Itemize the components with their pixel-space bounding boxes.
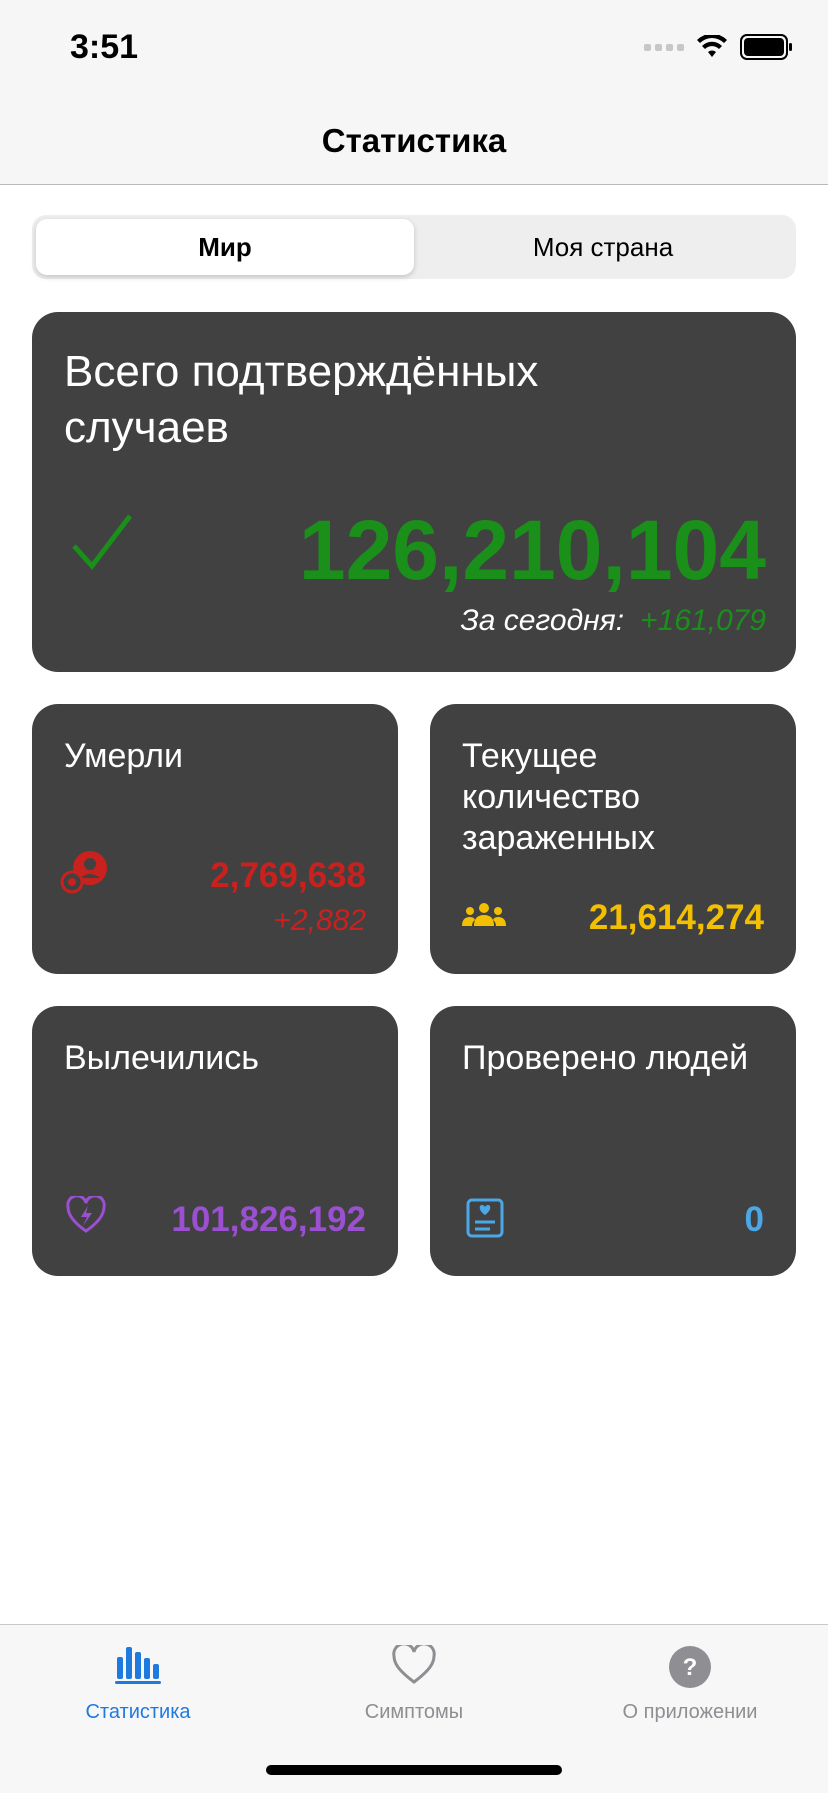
tested-card: Проверено людей 0 [430,1006,796,1276]
recovered-title: Вылечились [64,1039,259,1077]
today-value: +161,079 [640,604,766,637]
tab-about[interactable]: ? О приложении [552,1625,828,1735]
active-title: Текущее количество зараженных [462,737,655,857]
battery-icon [740,34,792,60]
bar-chart-icon [115,1647,161,1684]
tab-symptoms[interactable]: Симптомы [276,1625,552,1735]
tab-symptoms-label: Симптомы [364,1701,464,1723]
people-icon [462,903,506,926]
region-segmented-control: Мир Моя страна [32,215,796,279]
signal-icon [644,43,684,51]
deaths-value: 2,769,638 [210,856,366,895]
tab-statistics-label: Статистика [85,1701,191,1723]
confirmed-today: За сегодня: +161,079 [460,604,766,638]
confirmed-card: Всего подтверждённых случаев 126,210,104… [32,312,796,672]
recovered-card: Вылечились 101,826,192 [32,1006,398,1276]
tab-about-label: О приложении [622,1701,758,1723]
deaths-icon [60,851,107,894]
wifi-icon [697,35,727,57]
question-circle-icon: ? [669,1646,711,1688]
segment-world[interactable]: Мир [36,219,414,275]
svg-text:?: ? [683,1654,698,1681]
recovered-value: 101,826,192 [171,1200,366,1239]
navigation-bar: Статистика [0,100,828,185]
status-bar: 3:51 [0,0,828,100]
deaths-delta: +2,882 [273,904,366,937]
tested-title: Проверено людей [462,1039,749,1077]
heart-bolt-icon [66,1196,106,1233]
segment-my-country[interactable]: Моя страна [414,219,792,275]
medical-report-icon [466,1198,504,1238]
deaths-title: Умерли [64,737,183,775]
active-value: 21,614,274 [588,898,764,937]
heart-icon [392,1645,436,1684]
page-title: Статистика [321,122,507,159]
confirmed-title: Всего подтверждённых случаев [64,347,539,452]
today-label: За сегодня: [460,604,625,637]
tested-value: 0 [744,1200,764,1239]
tab-statistics[interactable]: Статистика [0,1625,276,1735]
confirmed-value: 126,210,104 [298,503,766,597]
home-indicator [266,1765,562,1775]
deaths-card: Умерли 2,769,638 +2,882 [32,704,398,974]
status-icons [644,34,794,60]
status-time: 3:51 [70,28,139,66]
checkmark-icon [72,514,132,570]
active-card: Текущее количество зараженных 21,614,274 [430,704,796,974]
